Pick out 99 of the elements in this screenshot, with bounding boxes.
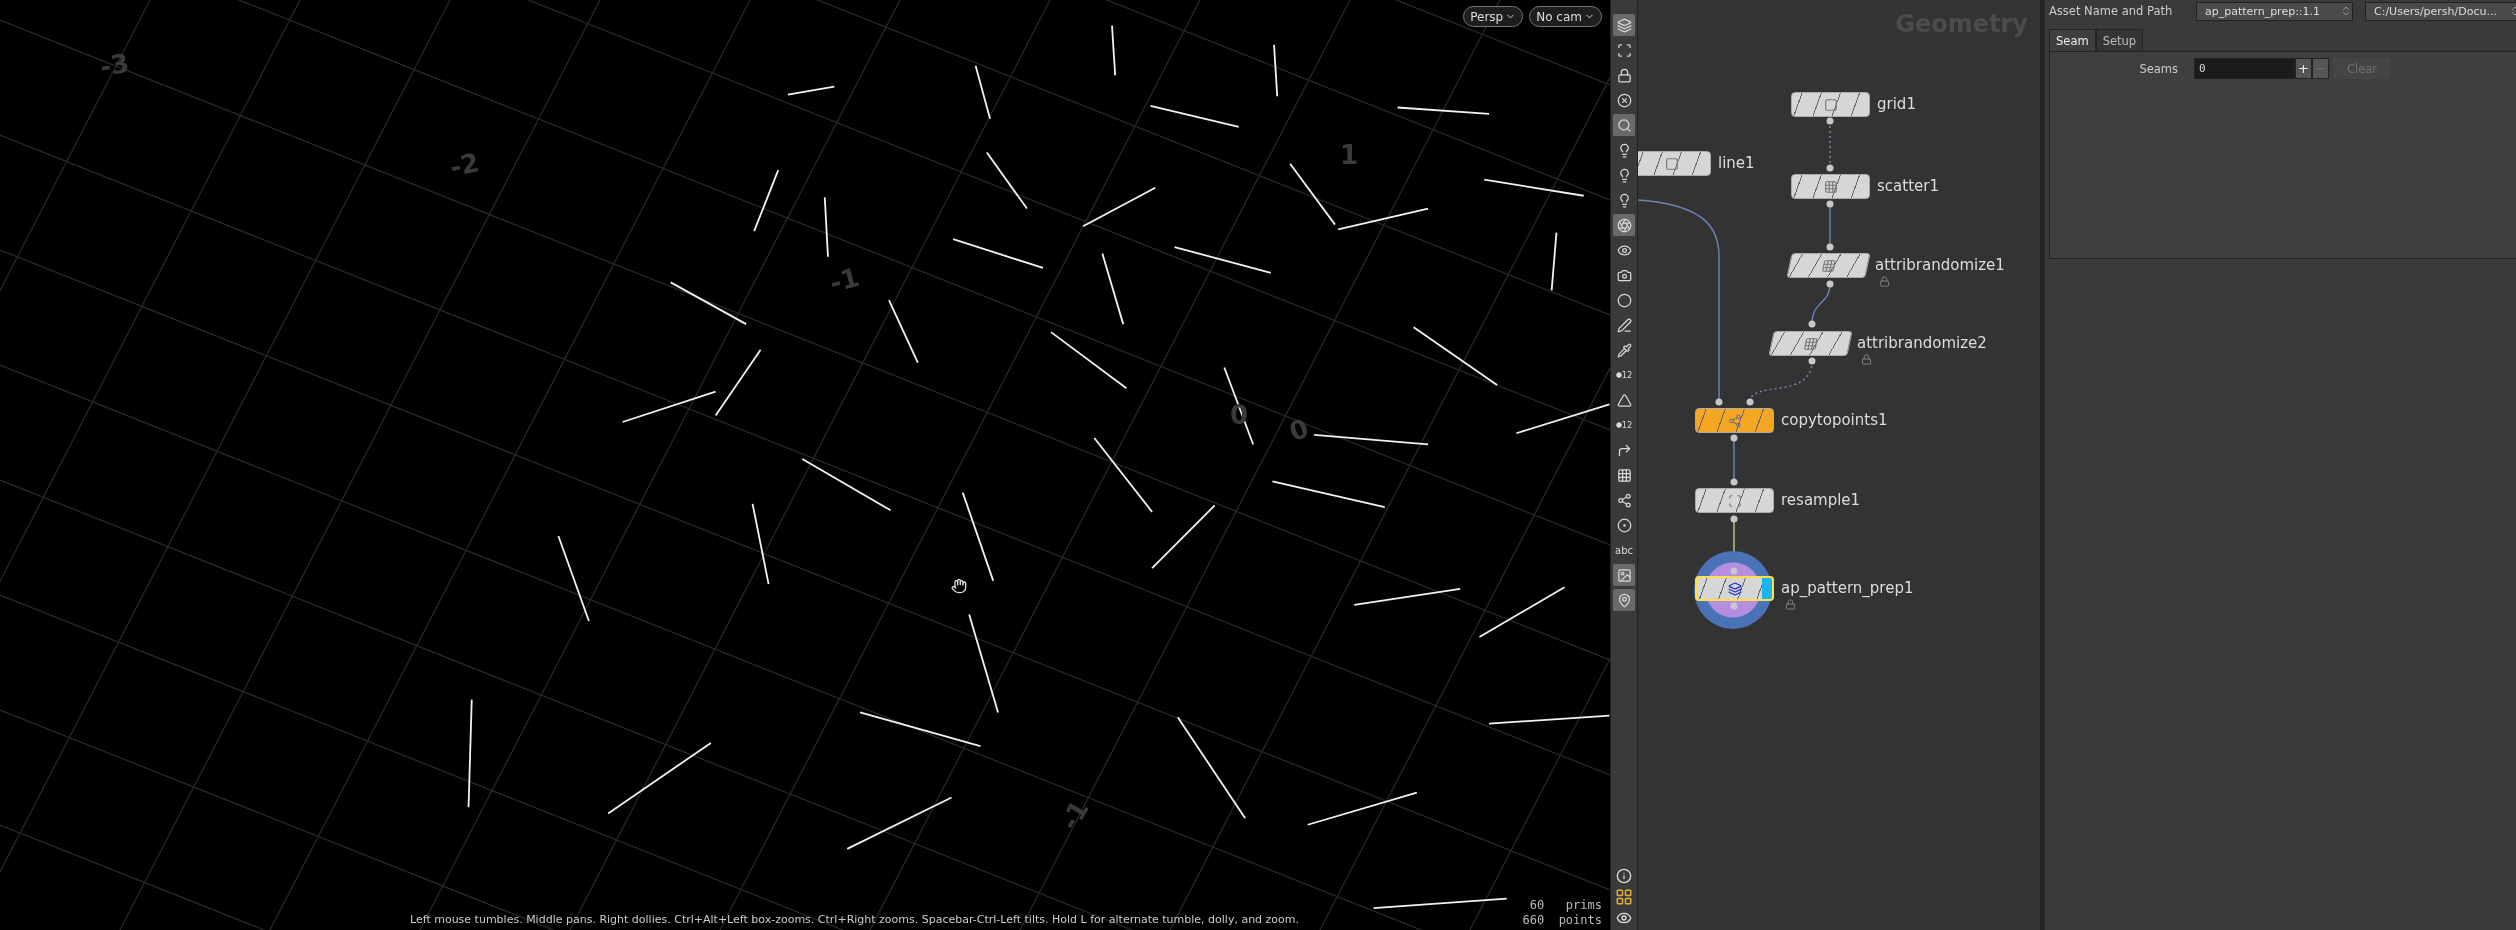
line-segment	[1550, 231, 1558, 292]
network-node[interactable]	[1695, 408, 1774, 433]
line-segment	[753, 169, 780, 232]
node-port[interactable]	[1730, 434, 1738, 442]
network-node[interactable]	[1791, 174, 1870, 199]
node-port[interactable]	[1808, 320, 1816, 328]
asset-label: Asset Name and Path	[2049, 4, 2174, 18]
image-icon	[1616, 567, 1632, 583]
aperture-icon	[1616, 217, 1632, 233]
multiparm-button[interactable]: +	[2295, 58, 2312, 79]
search-icon	[1616, 117, 1632, 133]
node-name: copytopoints1	[1781, 411, 1888, 429]
viewport-tool-button[interactable]	[1613, 114, 1635, 136]
hand-cursor-icon	[951, 578, 967, 594]
node-port[interactable]	[1715, 398, 1723, 406]
line-segment	[823, 196, 829, 258]
grid-label: 1	[1340, 140, 1359, 170]
network-node[interactable]	[1768, 331, 1853, 356]
asset-name-dropdown[interactable]: ap_pattern_prep::1.1	[2196, 1, 2353, 21]
camera-menu-button[interactable]: No cam	[1529, 6, 1602, 27]
node-port[interactable]	[1746, 398, 1754, 406]
share-icon	[1727, 413, 1742, 428]
node-name: attribrandomize2	[1857, 334, 1987, 352]
corner-arrow-icon	[1616, 442, 1632, 458]
viewport-hint: Left mouse tumbles. Middle pans. Right dollies. Ctrl+Alt+Left box-zooms. Ctrl+Right zooms. Spacebar-Ctrl-Left tilts. Hold L for alternate tumble, dolly, and zoom.	[410, 913, 1300, 926]
line-segment	[1151, 504, 1216, 569]
circle-icon	[1616, 292, 1632, 308]
grid-icon	[1802, 336, 1819, 351]
layers-icon	[1727, 581, 1742, 596]
dot-icon	[1615, 372, 1622, 378]
grid-icon	[1616, 467, 1632, 483]
viewport-tool-button[interactable]	[1613, 589, 1635, 611]
node-name: line1	[1718, 154, 1755, 172]
layers-icon	[1616, 17, 1632, 33]
line-segment	[786, 85, 836, 96]
square-icon	[1664, 156, 1679, 171]
lock-icon	[1616, 67, 1632, 83]
triangle-icon	[1616, 392, 1632, 408]
spinner-icon	[2340, 5, 2352, 17]
line-segment	[1111, 24, 1117, 77]
pen-icon	[1616, 317, 1632, 333]
node-port[interactable]	[1730, 478, 1738, 486]
camera-menu-button[interactable]: Persp	[1463, 6, 1524, 27]
parameter-tab[interactable]: Setup	[2095, 29, 2144, 51]
x-circle-icon	[1616, 92, 1632, 108]
node-port[interactable]	[1826, 243, 1834, 251]
line-segment	[985, 151, 1028, 210]
asset-path-dropdown[interactable]: C:/Users/persh/Docu...	[2365, 1, 2516, 21]
dot-icon	[1615, 422, 1622, 428]
map-pin-icon	[1616, 592, 1632, 608]
node-port[interactable]	[1730, 515, 1738, 523]
geometry-stat: 660 points	[1522, 913, 1602, 928]
grid-label: -1	[1054, 795, 1095, 835]
node-port[interactable]	[1808, 357, 1816, 365]
eye-icon[interactable]	[1616, 910, 1632, 926]
node-name: ap_pattern_prep1	[1781, 579, 1914, 597]
seams-input-field[interactable]: 0	[2194, 58, 2295, 79]
viewport-tool-button[interactable]	[1613, 14, 1635, 36]
line-segment	[974, 64, 991, 120]
line-segment	[1273, 44, 1279, 98]
node-name: attribrandomize1	[1875, 256, 2005, 274]
grid-icon	[1823, 179, 1838, 194]
grid-icon	[1820, 258, 1837, 273]
network-node[interactable]	[1695, 488, 1774, 513]
network-node[interactable]	[1786, 253, 1871, 278]
node-name: resample1	[1781, 491, 1861, 509]
eye-icon	[1616, 242, 1632, 258]
frame-icon	[1727, 493, 1742, 508]
node-port[interactable]	[1826, 280, 1834, 288]
grid-label: -1	[826, 261, 863, 299]
node-port[interactable]	[1826, 200, 1834, 208]
network-node[interactable]	[1638, 151, 1711, 176]
node-port[interactable]	[1826, 117, 1834, 125]
grid-label: -3	[97, 47, 132, 83]
viewport-tool-button[interactable]: 12	[1613, 414, 1635, 436]
frame-icon	[1616, 42, 1632, 58]
square-icon	[1823, 97, 1838, 112]
viewport-tool-button[interactable]	[1613, 214, 1635, 236]
camera-icon	[1616, 267, 1632, 283]
pipette-icon	[1616, 342, 1632, 358]
info-icon[interactable]	[1616, 868, 1632, 884]
line-segment	[888, 299, 919, 364]
viewport-tool-button[interactable]: 12	[1613, 364, 1635, 386]
viewport-tool-button[interactable]	[1613, 564, 1635, 586]
node-port[interactable]	[1730, 602, 1738, 610]
parameter-tab[interactable]: Seam	[2049, 29, 2096, 51]
node-name: grid1	[1877, 95, 1916, 113]
network-node[interactable]	[1791, 92, 1870, 117]
node-name: scatter1	[1877, 177, 1939, 195]
geometry-stat: 60 prims	[1528, 898, 1602, 913]
field-label: Seams	[2138, 62, 2178, 76]
node-port[interactable]	[1826, 164, 1834, 172]
node-port[interactable]	[1730, 567, 1738, 575]
circle-dot-icon	[1616, 517, 1632, 533]
layout-grid-icon[interactable]	[1615, 888, 1633, 906]
share-icon	[1616, 492, 1632, 508]
viewport-tool-button[interactable]: abc	[1613, 539, 1635, 561]
grid-label: 0	[1285, 412, 1313, 448]
grid-label: -2	[447, 147, 482, 183]
